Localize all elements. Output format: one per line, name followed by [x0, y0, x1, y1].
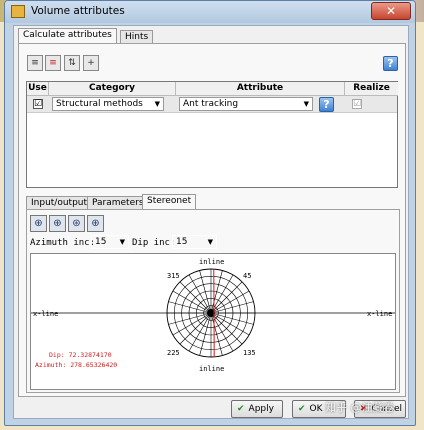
delete-row-icon[interactable]: ≡ — [45, 55, 61, 71]
apply-button[interactable]: ✔ Apply — [231, 400, 283, 418]
azimuth-inc-label: Azimuth inc: — [30, 238, 96, 248]
stereonet-grid — [166, 268, 256, 358]
use-checkbox[interactable]: ☑ — [33, 99, 43, 109]
label-inline-bottom: inline — [199, 365, 224, 373]
new-row-icon[interactable]: ≡ — [27, 55, 43, 71]
window-title: Volume attributes — [31, 5, 125, 17]
dip-inc-select[interactable]: 15 ▼ — [172, 235, 217, 249]
chevron-down-icon: ▼ — [154, 100, 160, 108]
label-135: 135 — [243, 349, 256, 357]
label-315: 315 — [167, 272, 180, 280]
azimuth-inc-select[interactable]: 15 ▼ — [91, 235, 129, 249]
label-225: 225 — [167, 349, 180, 357]
attribute-select[interactable]: Ant tracking ▼ — [179, 97, 313, 111]
insert-row-icon[interactable]: + — [83, 55, 99, 71]
azimuth-inc-value: 15 — [95, 237, 107, 247]
column-header-use: Use — [27, 82, 49, 96]
net-plot-icon[interactable]: ⊕ — [87, 215, 104, 232]
apply-label: Apply — [248, 404, 274, 414]
app-icon — [11, 5, 25, 18]
ok-label: OK — [309, 404, 323, 414]
chevron-down-icon: ▼ — [119, 238, 125, 246]
label-x-line-left: x-line — [33, 310, 58, 318]
dip-inc-value: 15 — [176, 237, 188, 247]
tab-hints[interactable]: Hints — [120, 30, 154, 44]
tab-parameters[interactable]: Parameters — [87, 196, 149, 210]
stereonet-canvas[interactable]: inline inline x-line x-line 315 45 225 1… — [30, 253, 396, 390]
tab-calculate-attributes[interactable]: Calculate attributes — [18, 28, 117, 44]
dip-inc-label: Dip inc: — [132, 238, 176, 248]
stereonet-plot[interactable]: inline inline x-line x-line 315 45 225 1… — [31, 254, 395, 389]
azimuth-readout: Azimuth: 278.65326420 — [35, 361, 117, 369]
dialog-body: Calculate attributes Hints ≡ ≡ ⇅ + ? Use… — [13, 25, 409, 419]
category-select[interactable]: Structural methods ▼ — [52, 97, 164, 111]
help-icon[interactable]: ? — [383, 56, 398, 71]
rose-plot-icon[interactable]: ⊛ — [68, 215, 85, 232]
dip-readout: Dip: 72.32874170 — [49, 351, 112, 359]
table-row: ☑ Structural methods ▼ Ant tracking ▼ ? … — [27, 96, 397, 113]
label-x-line-right: x-line — [367, 310, 392, 318]
check-icon: ✔ — [298, 404, 306, 414]
move-row-icon[interactable]: ⇅ — [64, 55, 80, 71]
close-button[interactable]: ✕ — [371, 2, 411, 20]
attributes-table: Use Category Attribute Realize ☑ Structu… — [26, 81, 398, 188]
tab-input-output[interactable]: Input/output — [26, 196, 93, 210]
check-icon: ✔ — [237, 404, 245, 414]
calculate-attributes-panel: ≡ ≡ ⇅ + ? Use Category Attribute Realize… — [18, 43, 406, 397]
label-45: 45 — [243, 272, 251, 280]
column-header-attribute: Attribute — [176, 82, 345, 96]
watermark: 知乎 @油藏卷 — [325, 401, 395, 414]
category-value: Structural methods — [56, 99, 143, 109]
chevron-down-icon: ▼ — [207, 238, 213, 246]
column-header-realize: Realize — [345, 82, 398, 96]
column-header-category: Category — [49, 82, 176, 96]
title-bar[interactable]: Volume attributes ✕ — [5, 1, 415, 23]
volume-attributes-window: Volume attributes ✕ Calculate attributes… — [4, 0, 416, 426]
label-inline-top: inline — [199, 258, 224, 266]
chevron-down-icon: ▼ — [303, 100, 309, 108]
dip-grid-icon[interactable]: ⊕ — [30, 215, 47, 232]
attribute-value: Ant tracking — [183, 99, 239, 109]
attribute-help-icon[interactable]: ? — [319, 97, 334, 112]
azimuth-grid-icon[interactable]: ⊕ — [49, 215, 66, 232]
tab-stereonet[interactable]: Stereonet — [142, 194, 197, 210]
realize-checkbox[interactable]: ☑ — [352, 99, 362, 109]
stereonet-panel: ⊕ ⊕ ⊛ ⊕ Azimuth inc: 15 ▼ Dip inc: 15 ▼ — [26, 209, 400, 393]
